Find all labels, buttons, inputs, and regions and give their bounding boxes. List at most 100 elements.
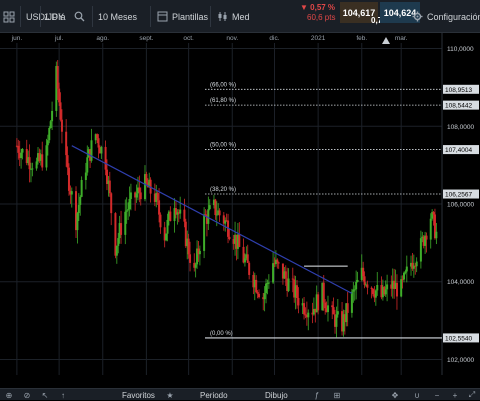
price-type-icon: [218, 12, 227, 21]
settings-button[interactable]: Configuración: [412, 0, 480, 33]
candle-body: [97, 138, 100, 148]
candle-body: [80, 179, 83, 197]
candle-body: [215, 214, 218, 216]
fibonacci-label: (66,00 %): [210, 82, 236, 88]
no-draw-icon[interactable]: ⊘: [22, 390, 32, 400]
templates-button[interactable]: Plantillas: [157, 0, 208, 33]
candle-body: [84, 172, 87, 180]
candle-body: [432, 212, 435, 215]
candle-body: [296, 285, 299, 298]
x-tick-label: feb.: [356, 35, 367, 42]
y-tick-label: 108,0000: [447, 124, 474, 131]
price-type-label: Med: [232, 11, 250, 22]
zoom-out-icon[interactable]: −: [432, 390, 442, 400]
candle-body: [41, 154, 44, 168]
x-tick-label: ago.: [96, 35, 109, 42]
candle-body: [66, 155, 69, 168]
candle-body: [272, 263, 275, 283]
drawing-button[interactable]: Dibujo: [265, 389, 288, 401]
candle-body: [187, 238, 190, 255]
candle-body: [194, 264, 197, 268]
x-tick-label: sept.: [139, 35, 153, 42]
fibonacci-price-label: 106,2567: [445, 192, 472, 199]
change-points: 60,6 pts: [307, 12, 336, 22]
candle-body: [104, 146, 107, 170]
candle-body: [303, 303, 306, 315]
candle-body: [335, 314, 338, 327]
candle-body: [59, 102, 62, 120]
range-selector[interactable]: 10 Meses: [98, 0, 137, 33]
candle-body: [291, 278, 294, 280]
fibonacci-price-label: 107,4004: [445, 147, 472, 154]
candle-body: [400, 279, 403, 297]
fibonacci-price-label: 108,5442: [445, 103, 472, 110]
candle-body: [246, 254, 249, 263]
candle-body: [138, 187, 141, 193]
candle-body: [370, 287, 373, 290]
candle-body: [255, 279, 258, 293]
star-icon[interactable]: ★: [165, 390, 175, 400]
candle-body: [120, 223, 123, 235]
candle-body: [297, 297, 300, 306]
fx-icon[interactable]: ƒ: [312, 390, 322, 400]
candle-body: [49, 121, 52, 129]
candle-body: [166, 219, 169, 234]
candle-body: [326, 305, 329, 313]
templates-icon: [157, 11, 168, 22]
candle-body: [435, 231, 438, 239]
candle-body: [76, 213, 79, 231]
candle-body: [183, 209, 186, 222]
candle-body: [51, 110, 54, 122]
candle-body: [425, 235, 428, 240]
candle-body: [208, 205, 211, 210]
candle-body: [31, 168, 34, 170]
timeframe-selector[interactable]: 1 Día: [44, 0, 66, 33]
candle-body: [128, 198, 131, 210]
candle-body: [353, 289, 356, 291]
x-tick-label: oct.: [183, 35, 194, 42]
move-icon[interactable]: ✥: [390, 390, 400, 400]
candle-body: [287, 278, 290, 291]
x-tick-label: nov.: [226, 35, 238, 42]
fullscreen-icon[interactable]: ⤢: [467, 390, 477, 400]
candle-body: [158, 200, 161, 215]
candle-body: [263, 293, 266, 300]
cursor-icon[interactable]: ↖: [40, 390, 50, 400]
candle-body: [48, 128, 51, 141]
candle-body: [384, 289, 387, 295]
candle-body: [145, 174, 148, 183]
candle-body: [317, 294, 320, 311]
price-type-selector[interactable]: Med: [217, 0, 250, 33]
grid-icon[interactable]: [3, 0, 15, 33]
candle-body: [284, 271, 287, 279]
period-button[interactable]: Periodo: [200, 389, 228, 401]
x-tick-label: jul.: [54, 35, 64, 42]
magnet-icon[interactable]: ∪: [412, 390, 422, 400]
crosshair-icon[interactable]: ⊕: [4, 390, 14, 400]
candle-body: [70, 191, 73, 195]
gear-icon: [412, 11, 423, 22]
candle-body: [404, 271, 407, 273]
candle-body: [179, 209, 182, 214]
candle-body: [248, 262, 251, 275]
candle-body: [165, 233, 168, 241]
fibonacci-price-label: 108,9513: [445, 87, 472, 94]
fibonacci-label: (38,20 %): [210, 187, 236, 193]
range-label: 10 Meses: [98, 11, 138, 22]
favorites-button[interactable]: Favoritos: [122, 389, 155, 401]
candle-body: [56, 66, 59, 89]
candle-body: [129, 192, 132, 199]
candle-body: [115, 245, 118, 256]
search-icon[interactable]: [74, 0, 85, 33]
arrow-up-icon[interactable]: ↑: [58, 390, 68, 400]
candle-body: [100, 146, 103, 154]
candle-body: [419, 238, 422, 262]
price-chart[interactable]: jun. jul. ago. sept. oct. nov. dic. 2021 feb. mar…: [0, 33, 480, 388]
pattern-icon[interactable]: ⊞: [332, 390, 342, 400]
candle-body: [77, 204, 80, 214]
candle-body: [45, 145, 48, 168]
candle-body: [336, 311, 339, 315]
candle-body: [46, 140, 49, 146]
bottom-toolbar: ⊕ ⊘ ↖ ↑ Favoritos ★ Periodo Dibujo ƒ ⊞ ✥…: [0, 388, 480, 400]
zoom-in-icon[interactable]: +: [450, 390, 460, 400]
